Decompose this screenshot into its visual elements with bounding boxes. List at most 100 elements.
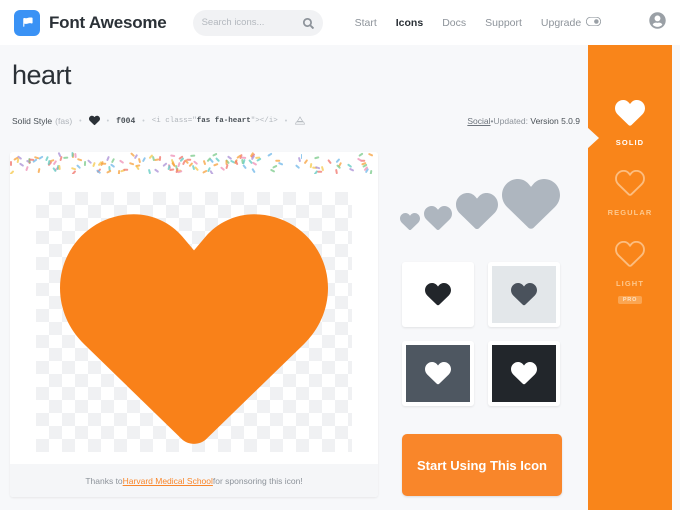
- confetti-dot: [19, 162, 25, 167]
- icon-meta-right: Social • Updated: Version 5.0.9: [467, 113, 580, 129]
- main-nav: Start Icons Docs Support Upgrade: [355, 16, 602, 29]
- confetti-dot: [315, 166, 321, 170]
- confetti-dot: [186, 158, 192, 160]
- confetti-dot: [119, 159, 125, 164]
- user-circle-icon[interactable]: [649, 11, 666, 34]
- confetti-dot: [335, 168, 339, 174]
- icon-style-name: Solid Style: [12, 116, 53, 126]
- confetti-dot: [193, 160, 198, 165]
- confetti-dot: [76, 158, 82, 162]
- confetti-dot: [181, 159, 186, 165]
- icon-size-comparison: [400, 165, 570, 230]
- confetti-dot: [10, 169, 15, 174]
- confetti-dot: [29, 158, 35, 161]
- toggle-on-icon: [586, 16, 602, 29]
- swatch-surface: [406, 266, 470, 323]
- search-box[interactable]: [192, 9, 323, 36]
- style-variant-sidebar: SOLID REGULAR LIGHT PRO: [587, 45, 680, 510]
- confetti-dot: [209, 158, 215, 163]
- sponsor-prefix: Thanks to: [85, 475, 123, 486]
- confetti-dot: [109, 162, 115, 168]
- confetti-dot: [368, 152, 374, 157]
- size-sample-3: [456, 193, 498, 230]
- nav-item-start[interactable]: Start: [355, 17, 377, 29]
- style-option-label: REGULAR: [607, 208, 653, 218]
- nav-item-upgrade[interactable]: Upgrade: [541, 16, 602, 29]
- sponsor-link[interactable]: Harvard Medical School: [123, 476, 213, 486]
- confetti-dot: [194, 165, 199, 171]
- swatch-dark-on-light-gray[interactable]: [488, 262, 560, 327]
- confetti-dot: [270, 168, 276, 173]
- icon-color-swatches: [402, 262, 560, 406]
- swatch-light-on-white[interactable]: [402, 262, 474, 327]
- confetti-dot: [304, 159, 309, 165]
- size-sample-2: [424, 205, 452, 231]
- heart-icon-small: [88, 115, 100, 128]
- size-sample-4: [502, 179, 560, 230]
- confetti-dot: [272, 164, 278, 168]
- confetti-dot: [25, 166, 29, 172]
- page-title-block: heart: [12, 60, 72, 91]
- heart-icon-light: [588, 240, 672, 272]
- confetti-dot: [148, 168, 152, 174]
- confetti-dot: [300, 154, 303, 160]
- icon-category-link[interactable]: Social: [467, 116, 490, 126]
- brand-name: Font Awesome: [49, 12, 167, 32]
- nav-item-docs[interactable]: Docs: [442, 17, 466, 29]
- font-awesome-icon-page: Font Awesome Start Icons Docs Support Up…: [0, 0, 680, 510]
- icon-updated-version: Version 5.0.9: [530, 116, 580, 126]
- brand-logo-link[interactable]: Font Awesome: [14, 9, 167, 36]
- style-option-light[interactable]: LIGHT PRO: [588, 240, 672, 306]
- confetti-dot: [317, 170, 323, 173]
- meta-separator: •: [106, 117, 110, 125]
- search-icon[interactable]: [302, 16, 314, 34]
- confetti-dot: [295, 164, 301, 170]
- confetti-dot: [154, 168, 160, 173]
- confetti-dot: [321, 165, 325, 171]
- nav-item-icons[interactable]: Icons: [396, 17, 423, 29]
- style-option-label: LIGHT: [616, 279, 644, 289]
- confetti-dot: [62, 156, 68, 159]
- start-using-icon-button[interactable]: Start Using This Icon: [402, 434, 562, 496]
- confetti-dot: [220, 165, 225, 171]
- swatch-surface: [492, 266, 556, 323]
- icon-style-code: (fas): [55, 116, 73, 126]
- style-option-solid[interactable]: SOLID: [588, 100, 672, 147]
- confetti-dot: [87, 159, 93, 164]
- confetti-dot: [256, 157, 262, 162]
- style-option-regular[interactable]: REGULAR: [588, 169, 672, 218]
- swatch-white-on-dark[interactable]: [488, 341, 560, 406]
- page-title: heart: [12, 60, 72, 90]
- confetti-dot: [369, 169, 372, 174]
- confetti-dot: [277, 161, 283, 166]
- icon-unicode[interactable]: f004: [116, 117, 135, 126]
- swatch-surface: [492, 345, 556, 402]
- confetti-dot: [327, 159, 333, 165]
- heart-icon-large: [60, 214, 328, 455]
- download-icon[interactable]: [294, 115, 306, 128]
- heart-icon-solid: [588, 100, 672, 131]
- confetti-dot: [225, 163, 228, 170]
- confetti-dot: [212, 163, 219, 167]
- snippet-classes: fas fa-heart: [196, 117, 251, 125]
- confetti-decoration: [10, 152, 378, 174]
- confetti-dot: [92, 162, 96, 168]
- confetti-dot: [170, 154, 176, 157]
- confetti-dot: [357, 152, 363, 157]
- icon-html-snippet[interactable]: <i class="fas fa-heart"></i>: [152, 117, 278, 125]
- sponsor-suffix: for sponsoring this icon!: [212, 475, 303, 486]
- confetti-dot: [162, 162, 168, 167]
- confetti-dot: [235, 159, 239, 165]
- confetti-dot: [176, 170, 183, 174]
- swatch-white-on-slate[interactable]: [402, 341, 474, 406]
- nav-item-support[interactable]: Support: [485, 17, 522, 29]
- flag-icon: [14, 9, 40, 36]
- confetti-dot: [76, 164, 81, 169]
- pro-badge: PRO: [617, 296, 643, 305]
- snippet-suffix: "></i>: [250, 117, 278, 125]
- swatch-surface: [406, 345, 470, 402]
- site-header: Font Awesome Start Icons Docs Support Up…: [0, 0, 680, 45]
- confetti-dot: [274, 159, 281, 162]
- sponsor-caption: Thanks to Harvard Medical School for spo…: [10, 464, 378, 497]
- search-input[interactable]: [201, 17, 302, 28]
